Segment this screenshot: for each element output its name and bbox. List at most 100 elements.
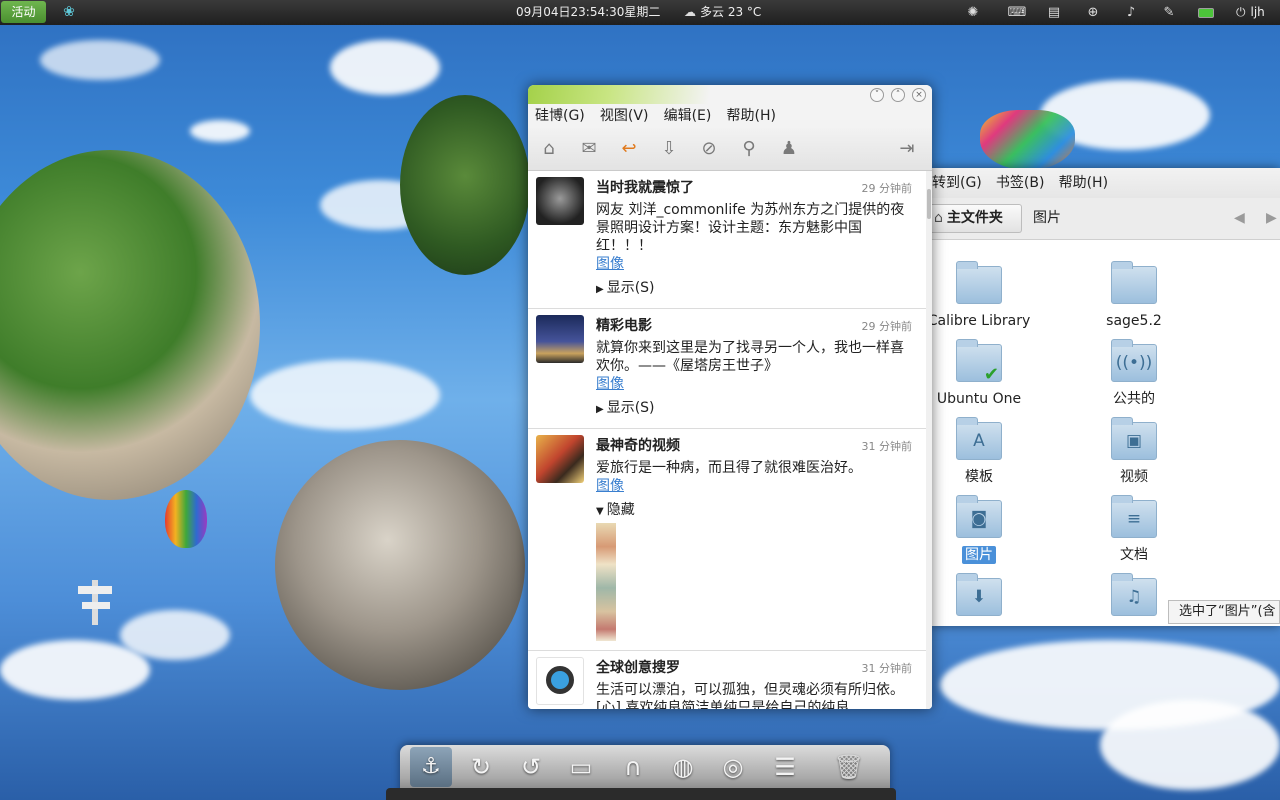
- folder-documents[interactable]: ≡ 文档: [1059, 495, 1209, 564]
- minimize-icon[interactable]: ˅: [870, 88, 884, 102]
- weather-indicator[interactable]: ☁ 多云 23 °C: [684, 0, 761, 25]
- folder-icon: ▣: [1111, 417, 1157, 460]
- fm-pathbar: ⌂ 主文件夹 图片 ◀ ▶: [930, 198, 1280, 240]
- path-home-button[interactable]: ⌂ 主文件夹: [930, 204, 1022, 233]
- wb-menu-edit[interactable]: 编辑(E): [664, 104, 712, 128]
- folder-icon: ⬇: [956, 573, 1002, 616]
- refresh-icon[interactable]: ↻: [460, 747, 502, 787]
- terminal-icon[interactable]: ▭: [560, 747, 602, 787]
- home-icon: ⌂: [934, 210, 943, 226]
- music-icon: ♫: [1126, 587, 1142, 607]
- maximize-icon[interactable]: ˄: [891, 88, 905, 102]
- post-author[interactable]: 精彩电影: [596, 315, 652, 335]
- post-time: 29 分钟前: [861, 320, 913, 333]
- avatar[interactable]: [536, 315, 584, 363]
- files-icon[interactable]: ☰: [764, 747, 806, 787]
- template-icon: A: [973, 431, 985, 451]
- tag-icon[interactable]: ⊘: [696, 136, 722, 162]
- weibo-client-window: ˅ ˄ × 硅博(G) 视图(V) 编辑(E) 帮助(H) ⌂ ✉ ↩ ⇩ ⊘ …: [528, 85, 932, 709]
- browser-icon[interactable]: ◎: [712, 747, 754, 787]
- user-icon[interactable]: ♟: [776, 136, 802, 162]
- trash-icon[interactable]: 🗑: [828, 747, 870, 787]
- fm-menu-goto[interactable]: 转到(G): [932, 168, 982, 198]
- accessibility-icon[interactable]: ⊕: [1082, 0, 1104, 25]
- fm-status-bar: 选中了“图片”(含: [1168, 600, 1280, 624]
- mail-icon[interactable]: ✉: [576, 136, 602, 162]
- favorites-icon[interactable]: ⇩: [656, 136, 682, 162]
- home-icon[interactable]: ⌂: [536, 136, 562, 162]
- clock[interactable]: 09月04日23:54:30星期二: [516, 0, 660, 25]
- wb-menu-view[interactable]: 视图(V): [600, 104, 649, 128]
- folder-icon: [956, 261, 1002, 304]
- signpost-image: [78, 580, 112, 625]
- scrollbar-thumb[interactable]: [927, 189, 931, 219]
- post-thumbnail-image[interactable]: [596, 523, 616, 641]
- keyboard-icon[interactable]: ⌨: [1006, 0, 1028, 25]
- post-text: 就算你来到这里是为了找寻另一个人，我也一样喜欢你。——《屋塔房王世子》: [596, 340, 904, 374]
- clipboard-icon[interactable]: ▤: [1044, 0, 1064, 25]
- collapse-arrow-icon: ▼: [596, 506, 604, 517]
- close-icon[interactable]: ×: [912, 88, 926, 102]
- avatar[interactable]: [536, 177, 584, 225]
- file-manager-window: 转到(G) 书签(B) 帮助(H) ⌂ 主文件夹 图片 ◀ ▶ Calibre L…: [928, 168, 1280, 626]
- avatar[interactable]: [536, 657, 584, 705]
- wb-toolbar: ⌂ ✉ ↩ ⇩ ⊘ ⚲ ♟ ⇥: [528, 128, 932, 171]
- butterfly-icon[interactable]: ❀: [60, 4, 78, 21]
- folder-icon: A: [956, 417, 1002, 460]
- wb-menu-weibo[interactable]: 硅博(G): [535, 104, 585, 128]
- post-image-link[interactable]: 图像: [596, 375, 624, 393]
- heart-cube-image: [980, 110, 1075, 170]
- post-image-link[interactable]: 图像: [596, 255, 624, 273]
- fm-menubar: 转到(G) 书签(B) 帮助(H): [930, 168, 1280, 198]
- folder-icon: ≡: [1111, 495, 1157, 538]
- wb-titlebar[interactable]: ˅ ˄ ×: [528, 85, 932, 104]
- volume-icon[interactable]: ♪: [1120, 0, 1142, 25]
- folder-label: 文档: [1120, 547, 1148, 563]
- folder-icon: ♫: [1111, 573, 1157, 616]
- search-icon[interactable]: ⚲: [736, 136, 762, 162]
- post-author[interactable]: 当时我就震惊了: [596, 177, 694, 197]
- show-toggle[interactable]: ▶ 显示(S): [596, 399, 655, 419]
- feed-scrollbar[interactable]: [926, 171, 932, 709]
- folder-public[interactable]: ((•)) 公共的: [1059, 339, 1209, 408]
- folder-videos[interactable]: ▣ 视频: [1059, 417, 1209, 486]
- undo-icon[interactable]: ↺: [510, 747, 552, 787]
- wb-menubar: 硅博(G) 视图(V) 编辑(E) 帮助(H): [528, 104, 932, 128]
- folder-sage[interactable]: sage5.2: [1059, 261, 1209, 330]
- post-author[interactable]: 全球创意搜罗: [596, 657, 680, 677]
- post-time: 31 分钟前: [861, 440, 913, 453]
- hot-air-balloon-image: [165, 490, 207, 548]
- activities-button[interactable]: 活动: [1, 1, 46, 23]
- forward-arrow-icon[interactable]: ▶: [1266, 204, 1277, 233]
- fm-menu-bookmarks[interactable]: 书签(B): [996, 168, 1045, 198]
- power-icon: ⏻: [1236, 5, 1246, 19]
- toggle-label: 显示(S): [606, 400, 655, 416]
- planet-island-image: [0, 150, 260, 500]
- weather-text: 多云 23 °C: [700, 5, 762, 19]
- share-icon: ((•)): [1115, 353, 1153, 373]
- post-time: 29 分钟前: [861, 182, 913, 195]
- fm-menu-help[interactable]: 帮助(H): [1059, 168, 1108, 198]
- hide-toggle[interactable]: ▼ 隐藏: [596, 501, 635, 521]
- spiral-icon[interactable]: ✺: [962, 0, 984, 25]
- avatar[interactable]: [536, 435, 584, 483]
- logout-icon[interactable]: ⇥: [894, 136, 920, 162]
- download-icon: ⬇: [971, 587, 987, 607]
- top-panel: 活动 ❀ 09月04日23:54:30星期二 ☁ 多云 23 °C ✺ ⌨ ▤ ⊕…: [0, 0, 1280, 25]
- show-toggle[interactable]: ▶ 显示(S): [596, 279, 655, 299]
- user-menu[interactable]: ⏻ ljh: [1236, 0, 1265, 25]
- folder-label: 公共的: [1113, 391, 1155, 407]
- path-pictures-button[interactable]: 图片: [1033, 204, 1061, 233]
- post-author[interactable]: 最神奇的视频: [596, 435, 680, 455]
- anchor-icon[interactable]: ⚓: [410, 747, 452, 787]
- post-image-link[interactable]: 图像: [596, 477, 624, 495]
- wb-menu-help[interactable]: 帮助(H): [727, 104, 776, 128]
- battery-icon[interactable]: [1198, 8, 1214, 18]
- globe-icon[interactable]: ◍: [662, 747, 704, 787]
- headphones-icon[interactable]: ∩: [612, 747, 654, 787]
- back-arrow-icon[interactable]: ◀: [1234, 204, 1245, 233]
- pen-icon[interactable]: ✎: [1158, 0, 1180, 25]
- path-home-label: 主文件夹: [946, 210, 1003, 226]
- reply-icon[interactable]: ↩: [616, 136, 642, 162]
- film-icon: ▣: [1125, 431, 1143, 451]
